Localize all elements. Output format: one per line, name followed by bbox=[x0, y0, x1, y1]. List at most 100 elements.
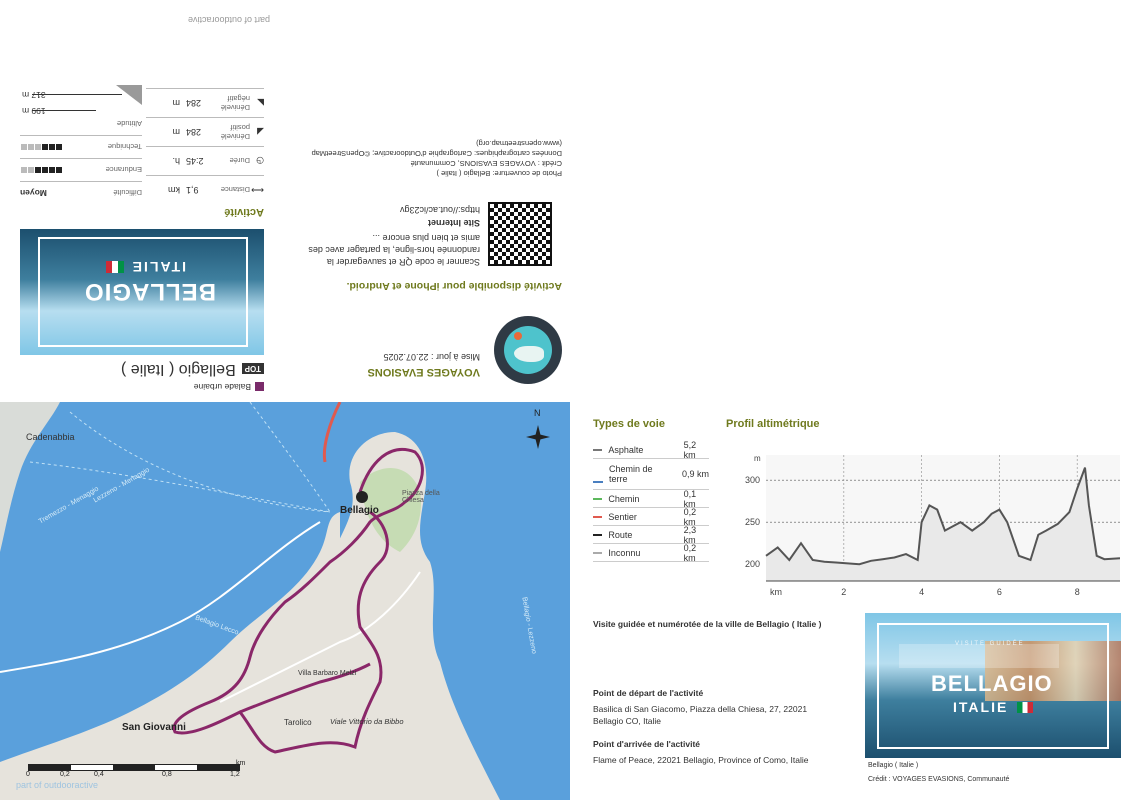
descent-icon: ◣ bbox=[257, 98, 264, 109]
stat-value: 284 bbox=[186, 98, 202, 108]
stats-table: ⟷ Distance 9,1 km ◷ Durée 2:45 h. ◢ Déni… bbox=[146, 88, 264, 204]
elevation-chart: 300 250 200 m 2 4 6 8 km bbox=[745, 454, 1120, 597]
rating-label: Technique bbox=[107, 142, 142, 152]
rating-label: Difficulté bbox=[113, 188, 142, 198]
scale-tick: 0,2 bbox=[60, 771, 70, 778]
rating-label: Endurance bbox=[105, 165, 142, 175]
altitude-max: 317 m bbox=[22, 90, 46, 100]
stat-label: Dénivelé négatif bbox=[220, 94, 250, 112]
rating-dots bbox=[20, 142, 62, 152]
ratings-table: Difficulté Moyen Endurance Technique Alt… bbox=[20, 73, 142, 204]
bellagio-photo: VISITE GUIDÉE BELLAGIO ITALIE bbox=[865, 613, 1121, 758]
author-name: VOYAGES EVASIONS bbox=[367, 366, 480, 378]
legend-row: Inconnu 0,2 km bbox=[593, 542, 709, 563]
credit-line: Photo de couverture: Bellagio ( Italie ) bbox=[436, 169, 563, 178]
legend-swatch bbox=[593, 533, 603, 536]
start-text: Basilica di San Giacomo, Piazza della Ch… bbox=[593, 704, 808, 726]
description: Visite guidée et numérotée de la ville d… bbox=[593, 619, 822, 629]
start-marker-icon[interactable] bbox=[356, 491, 368, 503]
legend-name: Route bbox=[608, 529, 633, 540]
y-tick-label: 250 bbox=[745, 517, 760, 527]
altitude-min: 199 m bbox=[22, 106, 46, 116]
start-title: Point de départ de l'activité bbox=[593, 688, 704, 698]
x-unit-label: km bbox=[770, 587, 782, 597]
x-tick-label: 8 bbox=[1075, 587, 1080, 597]
app-text: Scanner le code QR et sauvegarder la ran… bbox=[308, 233, 480, 267]
x-tick-label: 6 bbox=[997, 587, 1002, 597]
app-title: Activité disponible pour iPhone et Andro… bbox=[346, 280, 562, 292]
ferry-route bbox=[249, 402, 331, 513]
map-label-san-giovanni: San Giovanni bbox=[122, 722, 186, 733]
legend-title: Types de voie bbox=[593, 418, 665, 430]
scale-tick: 0 bbox=[26, 771, 30, 778]
boundary-line bbox=[322, 402, 342, 463]
map-label-piazza: Piazza della Chiesa bbox=[402, 490, 440, 504]
rating-row: Technique bbox=[20, 135, 142, 158]
map-label-bellagio: Bellagio bbox=[340, 505, 379, 516]
top-badge: TOP bbox=[241, 363, 264, 375]
rating-dots bbox=[20, 165, 62, 175]
legend-swatch bbox=[593, 481, 603, 483]
y-tick-label: 300 bbox=[745, 475, 760, 485]
italy-flag-icon bbox=[106, 261, 124, 273]
scale-bar bbox=[28, 764, 240, 771]
legend-value: 0,9 km bbox=[681, 469, 709, 479]
legend-table: Asphalte 5,2 km Chemin de terre 0,9 km C… bbox=[593, 439, 709, 563]
cover-title: BELLAGIO bbox=[84, 278, 216, 305]
map-label-villa: Villa Barbaro Melzi bbox=[298, 670, 357, 677]
italy-flag-icon bbox=[1017, 702, 1033, 713]
photo-title: BELLAGIO bbox=[931, 671, 1053, 696]
legend-name: Chemin bbox=[608, 493, 640, 504]
legend-value: 0,2 km bbox=[683, 542, 697, 563]
ascent-icon: ◢ bbox=[257, 127, 264, 138]
scale-unit: km bbox=[236, 760, 246, 767]
stat-value: 2:45 bbox=[186, 156, 204, 166]
west-shore bbox=[0, 402, 60, 552]
rating-value: Moyen bbox=[20, 188, 47, 198]
site-label: Site Internet bbox=[427, 218, 480, 228]
photo-overlay-band bbox=[899, 644, 1059, 668]
rating-row: Altitude bbox=[20, 113, 142, 135]
section-title: Activité bbox=[224, 206, 264, 218]
profile-title: Profil altimétrique bbox=[726, 418, 820, 430]
legend-row: Route 2,3 km bbox=[593, 525, 709, 545]
compass-icon bbox=[526, 425, 550, 449]
stat-row: ◣ Dénivelé négatif 284 m bbox=[146, 88, 264, 117]
distance-icon: ⟷ bbox=[251, 185, 264, 196]
credit-line: (www.openstreetmap.org) bbox=[476, 139, 562, 148]
y-tick-label: 200 bbox=[745, 559, 760, 569]
clock-icon: ◷ bbox=[256, 156, 264, 167]
site-url[interactable]: https://out.ac/ic23gv bbox=[400, 205, 480, 215]
map-label-cadenabbia: Cadenabbia bbox=[26, 432, 75, 442]
cover-photo: BELLAGIO ITALIE bbox=[20, 229, 264, 355]
stat-label: Dénivelé positif bbox=[220, 123, 250, 141]
photo-subtitle: ITALIE bbox=[953, 699, 1009, 715]
rating-row: Difficulté Moyen bbox=[20, 181, 142, 204]
legend-swatch bbox=[593, 515, 603, 518]
photo-overlay: VISITE GUIDÉE bbox=[955, 641, 1025, 647]
legend-value: 0,2 km bbox=[683, 506, 697, 527]
peninsula-land bbox=[0, 432, 500, 800]
legend-value: 5,2 km bbox=[683, 439, 697, 460]
legend-name: Chemin de terre bbox=[609, 464, 653, 484]
scale-tick: 0,4 bbox=[94, 771, 104, 778]
stat-label: Distance bbox=[220, 185, 250, 195]
stat-unit: m bbox=[172, 127, 181, 137]
end-title: Point d'arrivée de l'activité bbox=[593, 739, 701, 749]
page-title: Bellagio ( Italie ) bbox=[120, 361, 236, 378]
stat-value: 9,1 bbox=[186, 185, 199, 195]
scale-tick: 0,8 bbox=[162, 771, 172, 778]
qr-code[interactable] bbox=[488, 202, 552, 266]
ferry-route bbox=[69, 411, 331, 513]
credit-line: Crédit : VOYAGES EVASIONS, Communauté bbox=[410, 159, 562, 168]
folded-panel: VOYAGES EVASIONS Mise à jour : 22.07.202… bbox=[0, 0, 570, 400]
map-svg bbox=[0, 402, 550, 800]
stat-unit: km bbox=[168, 185, 180, 195]
route-map[interactable]: N Cadenabbia Bellagio San Giovanni Tarol… bbox=[0, 402, 570, 800]
brand: part of outdooractive bbox=[187, 15, 270, 25]
stat-row: ◷ Durée 2:45 h. bbox=[146, 146, 264, 175]
north-label: N bbox=[534, 408, 541, 418]
legend-value: 0,1 km bbox=[683, 488, 697, 509]
rating-label: Altitude bbox=[116, 119, 142, 129]
legend-row: Sentier 0,2 km bbox=[593, 506, 709, 527]
